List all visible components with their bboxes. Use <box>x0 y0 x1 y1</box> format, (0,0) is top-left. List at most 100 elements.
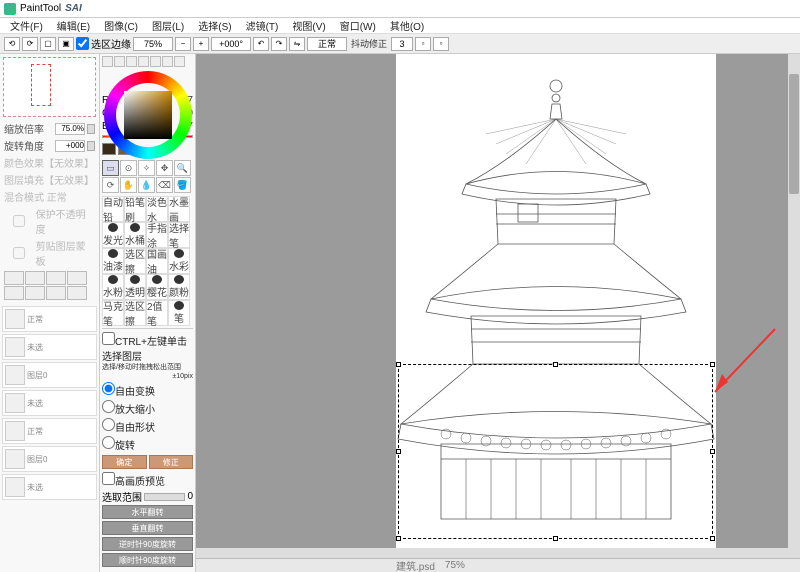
brush-cell[interactable]: 国画油 <box>146 248 168 274</box>
layer-item[interactable]: 未选 <box>2 334 97 360</box>
rot-cw-button[interactable]: 顺时针90度旋转 <box>102 553 193 567</box>
horizontal-scrollbar[interactable] <box>196 548 788 558</box>
tb-extra-2-icon[interactable]: ▫ <box>433 37 449 51</box>
color-mode-icon[interactable] <box>174 56 185 67</box>
layer-mask-icon[interactable] <box>46 271 66 285</box>
hand-icon[interactable]: ✋ <box>120 177 137 193</box>
menu-file[interactable]: 文件(F) <box>4 17 49 34</box>
brush-cell[interactable]: 马克笔 <box>102 300 124 326</box>
transform-handle[interactable] <box>553 536 558 541</box>
range-slider[interactable] <box>144 493 185 501</box>
menu-image[interactable]: 图像(C) <box>98 17 144 34</box>
layer-merge-icon[interactable] <box>4 286 24 300</box>
brush-cell[interactable]: 淡色水 <box>146 196 168 222</box>
swatch[interactable] <box>102 143 116 155</box>
tb-zoom-in-icon[interactable]: + <box>193 37 209 51</box>
menu-window[interactable]: 窗口(W) <box>334 17 382 34</box>
color-mode-icon[interactable] <box>162 56 173 67</box>
shake-value[interactable] <box>391 37 413 51</box>
tb-zoom-out-icon[interactable]: − <box>175 37 191 51</box>
brush-cell[interactable]: 手指涂 <box>146 222 168 248</box>
free-transform-radio[interactable]: 自由变换 <box>102 381 193 399</box>
lasso-icon[interactable]: ⊙ <box>120 160 137 176</box>
bucket-icon[interactable]: 🪣 <box>174 177 191 193</box>
transform-handle[interactable] <box>710 449 715 454</box>
scale-radio[interactable]: 放大缩小 <box>102 399 193 417</box>
layer-dup-icon[interactable] <box>46 286 66 300</box>
brush-cell[interactable]: 选区擦 <box>124 248 146 274</box>
brush-cell[interactable]: 颜粉 <box>168 274 190 300</box>
color-mode-icon[interactable] <box>150 56 161 67</box>
brush-cell[interactable]: 发光 <box>102 222 124 248</box>
layer-item[interactable]: 正常 <box>2 418 97 444</box>
free-shape-radio[interactable]: 自由形状 <box>102 417 193 435</box>
flip-v-button[interactable]: 垂直翻转 <box>102 521 193 535</box>
rot-ccw-button[interactable]: 逆时针90度旋转 <box>102 537 193 551</box>
zoom-spinner[interactable] <box>87 124 95 134</box>
tb-rot-left-icon[interactable]: ↶ <box>253 37 269 51</box>
layer-clear-icon[interactable] <box>25 286 45 300</box>
layer-new-icon[interactable] <box>4 271 24 285</box>
brush-cell[interactable]: 水桶 <box>124 222 146 248</box>
scroll-thumb[interactable] <box>789 74 799 194</box>
transform-handle[interactable] <box>396 362 401 367</box>
color-mode-icon[interactable] <box>138 56 149 67</box>
brush-cell[interactable]: 自动铅 <box>102 196 124 222</box>
navigator-thumb[interactable] <box>3 57 96 117</box>
vertical-scrollbar[interactable] <box>788 54 800 558</box>
menu-select[interactable]: 选择(S) <box>192 17 237 34</box>
color-mode-icon[interactable] <box>114 56 125 67</box>
transform-handle[interactable] <box>396 536 401 541</box>
menu-edit[interactable]: 编辑(E) <box>51 17 96 34</box>
layer-item[interactable]: 正常 <box>2 306 97 332</box>
cancel-button[interactable]: 修正 <box>149 455 194 469</box>
brush-cell[interactable]: 选区擦 <box>124 300 146 326</box>
brush-cell[interactable]: 樱花 <box>146 274 168 300</box>
eyedrop-icon[interactable]: 💧 <box>138 177 155 193</box>
zoom-value[interactable] <box>55 123 85 135</box>
brush-cell[interactable]: 水彩 <box>168 248 190 274</box>
brush-cell[interactable]: 透明 <box>124 274 146 300</box>
rotate-radio[interactable]: 旋转 <box>102 435 193 453</box>
rotate-value[interactable] <box>55 140 85 152</box>
layer-item[interactable]: 未选 <box>2 390 97 416</box>
sv-box[interactable] <box>124 91 172 139</box>
angle-value[interactable] <box>211 37 251 51</box>
blend-mode[interactable] <box>307 37 347 51</box>
transform-handle[interactable] <box>710 362 715 367</box>
flip-h-button[interactable]: 水平翻转 <box>102 505 193 519</box>
canvas-area[interactable]: 建筑.psd 75% <box>196 54 800 572</box>
layer-move-icon[interactable] <box>67 286 87 300</box>
tb-invert-icon[interactable]: ▣ <box>58 37 74 51</box>
menu-layer[interactable]: 图层(L) <box>146 17 190 34</box>
tb-flip-icon[interactable]: ⇋ <box>289 37 305 51</box>
wand-icon[interactable]: ✧ <box>138 160 155 176</box>
tb-redo-icon[interactable]: ⟳ <box>22 37 38 51</box>
selection-follow-value[interactable] <box>133 37 173 51</box>
transform-selection[interactable] <box>398 364 713 539</box>
eraser-icon[interactable]: ⌫ <box>156 177 173 193</box>
brush-cell[interactable]: 水粉 <box>102 274 124 300</box>
transform-handle[interactable] <box>396 449 401 454</box>
layer-item[interactable]: 图层0 <box>2 446 97 472</box>
color-mode-icon[interactable] <box>102 56 113 67</box>
layer-item[interactable]: 未选 <box>2 474 97 500</box>
rotate-icon[interactable]: ⟳ <box>102 177 119 193</box>
hq-preview-check[interactable]: 高画质预览 <box>102 471 193 489</box>
rect-select-icon[interactable]: ▭ <box>102 160 119 176</box>
layer-item[interactable]: 图层0 <box>2 362 97 388</box>
transform-handle[interactable] <box>553 362 558 367</box>
zoom-icon[interactable]: 🔍 <box>174 160 191 176</box>
brush-cell[interactable]: 水墨画 <box>168 196 190 222</box>
layer-folder-icon[interactable] <box>25 271 45 285</box>
menu-filter[interactable]: 滤镜(T) <box>240 17 285 34</box>
selection-follow-check[interactable]: 选区边缘 <box>76 36 131 51</box>
tb-rot-right-icon[interactable]: ↷ <box>271 37 287 51</box>
rotate-spinner[interactable] <box>87 141 95 151</box>
transform-handle[interactable] <box>710 536 715 541</box>
tb-extra-1-icon[interactable]: ▫ <box>415 37 431 51</box>
tb-undo-icon[interactable]: ⟲ <box>4 37 20 51</box>
brush-cell[interactable]: 油漆 <box>102 248 124 274</box>
ctrl-click-check[interactable]: CTRL+左键单击选择图层 <box>102 331 193 364</box>
ok-button[interactable]: 确定 <box>102 455 147 469</box>
